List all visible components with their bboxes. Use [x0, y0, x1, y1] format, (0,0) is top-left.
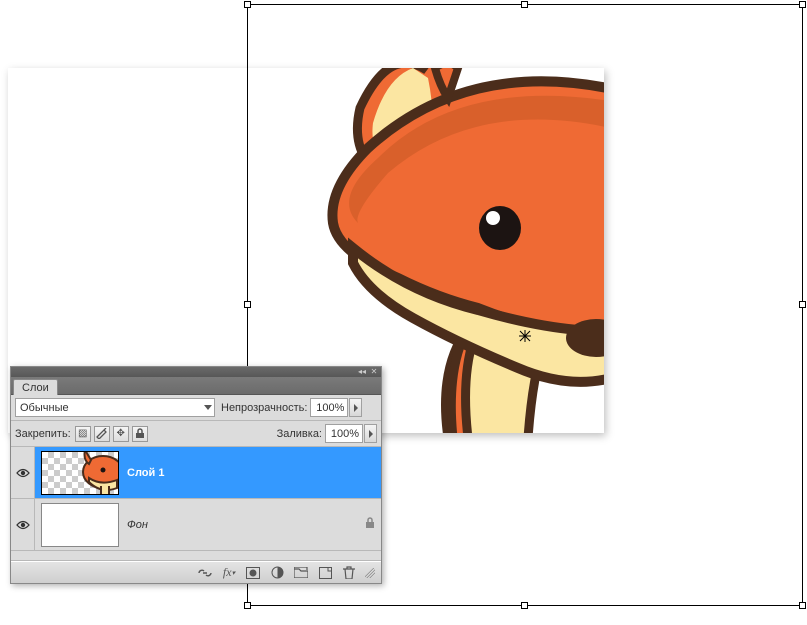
- panel-titlebar[interactable]: ◂◂ ✕: [11, 367, 381, 377]
- opacity-input[interactable]: 100%: [310, 398, 348, 417]
- blend-mode-value: Обычные: [20, 402, 69, 414]
- transform-handle-br[interactable]: [799, 602, 806, 609]
- layer-visibility-toggle[interactable]: [11, 447, 35, 498]
- opacity-stepper[interactable]: [349, 398, 362, 417]
- transform-handle-tl[interactable]: [244, 1, 251, 8]
- lock-pixels-icon[interactable]: [94, 426, 110, 442]
- layer-row[interactable]: Фон: [11, 499, 381, 551]
- link-layers-icon[interactable]: [197, 565, 213, 581]
- layers-panel: ◂◂ ✕ Слои Обычные Непрозрачность: 100% З…: [10, 366, 382, 584]
- blend-mode-select[interactable]: Обычные: [15, 398, 215, 417]
- opacity-label: Непрозрачность:: [221, 402, 307, 414]
- adjustment-layer-icon[interactable]: [269, 565, 285, 581]
- lock-label: Закрепить:: [15, 428, 71, 440]
- fill-input[interactable]: 100%: [325, 424, 363, 443]
- panel-close-icon[interactable]: ✕: [369, 368, 379, 376]
- new-group-icon[interactable]: [293, 565, 309, 581]
- panel-footer: fx▾: [11, 561, 381, 583]
- lock-fill-row: Закрепить: ▨ ✥ Заливка: 100%: [11, 421, 381, 447]
- new-layer-icon[interactable]: [317, 565, 333, 581]
- chevron-down-icon: [204, 405, 212, 410]
- panel-tab-row: Слои: [11, 377, 381, 395]
- layer-fx-icon[interactable]: fx▾: [221, 565, 237, 581]
- fox-thumbnail-icon: [63, 452, 118, 495]
- fill-stepper[interactable]: [364, 424, 377, 443]
- tab-layers[interactable]: Слои: [13, 379, 58, 395]
- transform-handle-mr[interactable]: [799, 301, 806, 308]
- layer-list: Слой 1 Фон: [11, 447, 381, 561]
- lock-icons: ▨ ✥: [75, 426, 148, 442]
- eye-icon: [16, 520, 30, 530]
- delete-layer-icon[interactable]: [341, 565, 357, 581]
- eye-icon: [16, 468, 30, 478]
- fill-label: Заливка:: [277, 428, 322, 440]
- panel-resize-grip[interactable]: [365, 568, 375, 578]
- lock-position-icon[interactable]: ✥: [113, 426, 129, 442]
- layer-name: Слой 1: [127, 467, 164, 479]
- transform-handle-bm[interactable]: [521, 602, 528, 609]
- layer-mask-icon[interactable]: [245, 565, 261, 581]
- layer-thumbnail[interactable]: [41, 503, 119, 547]
- lock-all-icon[interactable]: [132, 426, 148, 442]
- transform-handle-bl[interactable]: [244, 602, 251, 609]
- transform-handle-tr[interactable]: [799, 1, 806, 8]
- lock-transparency-icon[interactable]: ▨: [75, 426, 91, 442]
- layer-visibility-toggle[interactable]: [11, 499, 35, 550]
- layer-thumbnail[interactable]: [41, 451, 119, 495]
- blend-opacity-row: Обычные Непрозрачность: 100%: [11, 395, 381, 421]
- layer-row[interactable]: Слой 1: [11, 447, 381, 499]
- transform-handle-tm[interactable]: [521, 1, 528, 8]
- panel-collapse-icon[interactable]: ◂◂: [357, 368, 367, 376]
- lock-icon: [365, 517, 375, 532]
- layer-name: Фон: [127, 519, 148, 531]
